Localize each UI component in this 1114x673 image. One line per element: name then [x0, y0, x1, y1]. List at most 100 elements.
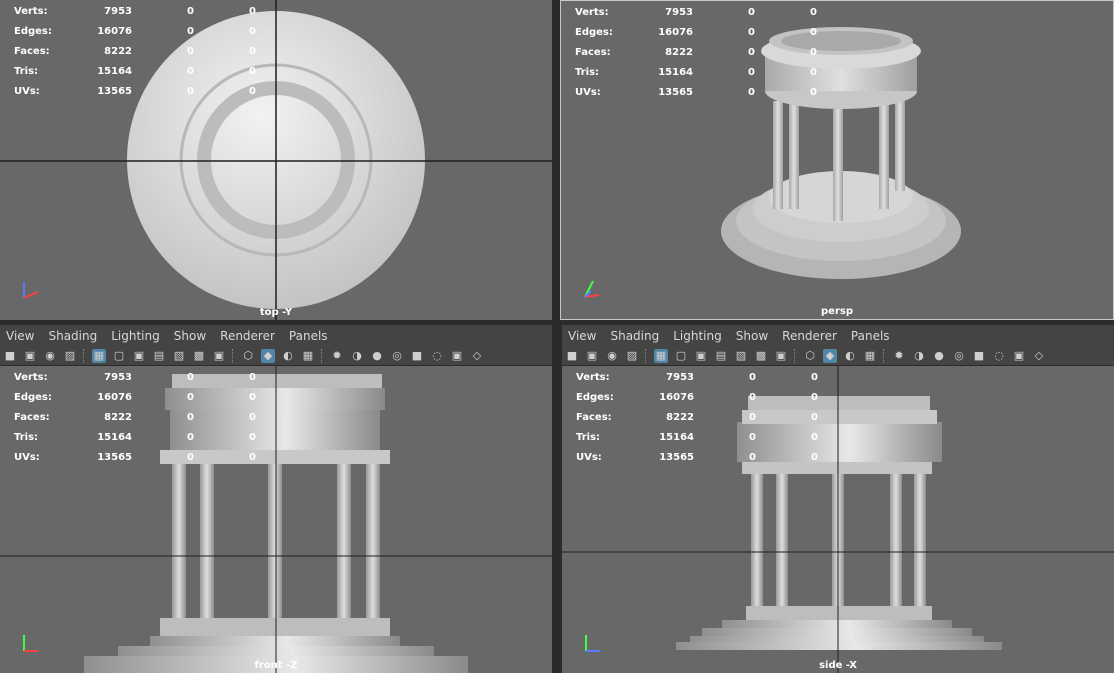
- hud-value-component: 0: [810, 67, 817, 78]
- hud-label: Verts:: [575, 7, 609, 18]
- viewport-persp[interactable]: Verts: 7953 0 0 Edges: 16076 0 0 Faces: 8222 0 0 Tri…: [560, 0, 1114, 320]
- hud-value: 15164: [97, 66, 132, 77]
- hud-value-selected: 0: [749, 392, 756, 403]
- hud-value-component: 0: [249, 432, 256, 443]
- resolution-gate-icon[interactable]: ▣: [694, 349, 708, 363]
- hud-row: Tris: 15164 0 0: [14, 432, 256, 452]
- safe-title-icon[interactable]: ▣: [212, 349, 226, 363]
- wireframe-icon[interactable]: ⬡: [241, 349, 255, 363]
- menu-item[interactable]: Renderer: [782, 329, 837, 343]
- film-gate-icon[interactable]: ▢: [112, 349, 126, 363]
- safe-action-icon[interactable]: ▩: [754, 349, 768, 363]
- menu-item[interactable]: Shading: [610, 329, 659, 343]
- hud-value: 13565: [659, 452, 694, 463]
- anti-alias-icon[interactable]: ■: [972, 349, 986, 363]
- gate-mask-icon[interactable]: ▤: [152, 349, 166, 363]
- hud-label: Tris:: [575, 67, 600, 78]
- poly-count-hud: Verts: 7953 0 0 Edges: 16076 0 0 Faces: 8222 0 0 Tri…: [14, 372, 256, 472]
- hud-row: Faces: 8222 0 0: [576, 412, 818, 432]
- hud-label: Edges:: [14, 26, 52, 37]
- depth-of-field-icon[interactable]: ◌: [992, 349, 1006, 363]
- depth-of-field-icon[interactable]: ◌: [430, 349, 444, 363]
- textured-icon[interactable]: ▦: [301, 349, 315, 363]
- camera-attr-icon[interactable]: ▣: [23, 349, 37, 363]
- field-chart-icon[interactable]: ▧: [172, 349, 186, 363]
- hud-label: Faces:: [575, 47, 611, 58]
- gate-mask-icon[interactable]: ▤: [714, 349, 728, 363]
- viewport-side[interactable]: Verts: 7953 0 0 Edges: 16076 0 0 Faces: 8222 0 0 Tri…: [562, 366, 1114, 673]
- menu-item[interactable]: Lighting: [673, 329, 722, 343]
- smooth-shade-icon[interactable]: ◆: [261, 349, 275, 363]
- toolbar-separator: [883, 349, 886, 363]
- menu-item[interactable]: Show: [736, 329, 768, 343]
- hud-label: Verts:: [14, 6, 48, 17]
- camera-icon[interactable]: ■: [565, 349, 579, 363]
- hud-value: 7953: [104, 6, 132, 17]
- view-axis-icon: [585, 635, 600, 652]
- default-material-icon[interactable]: ◐: [281, 349, 295, 363]
- shadows-icon[interactable]: ◑: [912, 349, 926, 363]
- anti-alias-icon[interactable]: ■: [410, 349, 424, 363]
- xray-icon[interactable]: ◇: [1032, 349, 1046, 363]
- safe-title-icon[interactable]: ▣: [774, 349, 788, 363]
- bookmark-icon[interactable]: ◉: [43, 349, 57, 363]
- isolate-icon[interactable]: ▣: [450, 349, 464, 363]
- hud-value-component: 0: [810, 27, 817, 38]
- motion-blur-icon[interactable]: ◎: [952, 349, 966, 363]
- hud-value-component: 0: [811, 412, 818, 423]
- toolbar-separator: [645, 349, 648, 363]
- camera-icon[interactable]: ■: [3, 349, 17, 363]
- lights-icon[interactable]: ✹: [892, 349, 906, 363]
- hud-label: UVs:: [576, 452, 602, 463]
- wireframe-icon[interactable]: ⬡: [803, 349, 817, 363]
- hud-row: Tris: 15164 0 0: [14, 66, 256, 86]
- safe-action-icon[interactable]: ▩: [192, 349, 206, 363]
- smooth-shade-icon[interactable]: ◆: [823, 349, 837, 363]
- field-chart-icon[interactable]: ▧: [734, 349, 748, 363]
- hud-value-selected: 0: [187, 26, 194, 37]
- panel-toolbar-left: ■ ▣ ◉ ▨ ▦ ▢ ▣ ▤ ▧ ▩ ▣ ⬡ ◆ ◐ ▦ ✹ ◑ ● ◎ ■ ◌ ▣ ◇: [0, 347, 552, 365]
- ambient-occlusion-icon[interactable]: ●: [370, 349, 384, 363]
- hud-row: UVs: 13565 0 0: [576, 452, 818, 472]
- hud-value-component: 0: [249, 26, 256, 37]
- viewport-front[interactable]: Verts: 7953 0 0 Edges: 16076 0 0 Faces: 8222 0 0 Tri…: [0, 366, 552, 673]
- ambient-occlusion-icon[interactable]: ●: [932, 349, 946, 363]
- hud-value: 7953: [666, 372, 694, 383]
- lights-icon[interactable]: ✹: [330, 349, 344, 363]
- menu-item[interactable]: Panels: [851, 329, 890, 343]
- grid-icon[interactable]: ▦: [92, 349, 106, 363]
- textured-icon[interactable]: ▦: [863, 349, 877, 363]
- menu-item[interactable]: Lighting: [111, 329, 160, 343]
- poly-count-hud: Verts: 7953 0 0 Edges: 16076 0 0 Faces: 8222 0 0 Tri…: [575, 7, 817, 107]
- hud-value: 8222: [666, 412, 694, 423]
- hud-row: Faces: 8222 0 0: [575, 47, 817, 67]
- hud-row: Verts: 7953 0 0: [575, 7, 817, 27]
- hud-value-selected: 0: [748, 47, 755, 58]
- bookmark-icon[interactable]: ◉: [605, 349, 619, 363]
- hud-value: 16076: [659, 392, 694, 403]
- image-plane-icon[interactable]: ▨: [63, 349, 77, 363]
- hud-value-selected: 0: [749, 412, 756, 423]
- menu-item[interactable]: Shading: [48, 329, 97, 343]
- menu-item[interactable]: View: [568, 329, 596, 343]
- menu-item[interactable]: View: [6, 329, 34, 343]
- hud-label: UVs:: [14, 86, 40, 97]
- resolution-gate-icon[interactable]: ▣: [132, 349, 146, 363]
- motion-blur-icon[interactable]: ◎: [390, 349, 404, 363]
- viewport-label: persp: [821, 306, 853, 317]
- default-material-icon[interactable]: ◐: [843, 349, 857, 363]
- camera-attr-icon[interactable]: ▣: [585, 349, 599, 363]
- menu-item[interactable]: Show: [174, 329, 206, 343]
- xray-icon[interactable]: ◇: [470, 349, 484, 363]
- viewport-top[interactable]: Verts: 7953 0 0 Edges: 16076 0 0 Faces: 8222 0 0 Tri…: [0, 0, 552, 320]
- grid-icon[interactable]: ▦: [654, 349, 668, 363]
- image-plane-icon[interactable]: ▨: [625, 349, 639, 363]
- menu-item[interactable]: Panels: [289, 329, 328, 343]
- menu-item[interactable]: Renderer: [220, 329, 275, 343]
- shadows-icon[interactable]: ◑: [350, 349, 364, 363]
- isolate-icon[interactable]: ▣: [1012, 349, 1026, 363]
- film-gate-icon[interactable]: ▢: [674, 349, 688, 363]
- panel-toolbar-right: ■ ▣ ◉ ▨ ▦ ▢ ▣ ▤ ▧ ▩ ▣ ⬡ ◆ ◐ ▦ ✹ ◑ ● ◎ ■ ◌ ▣ ◇: [562, 347, 1114, 365]
- hud-value-component: 0: [249, 372, 256, 383]
- hud-value-component: 0: [811, 432, 818, 443]
